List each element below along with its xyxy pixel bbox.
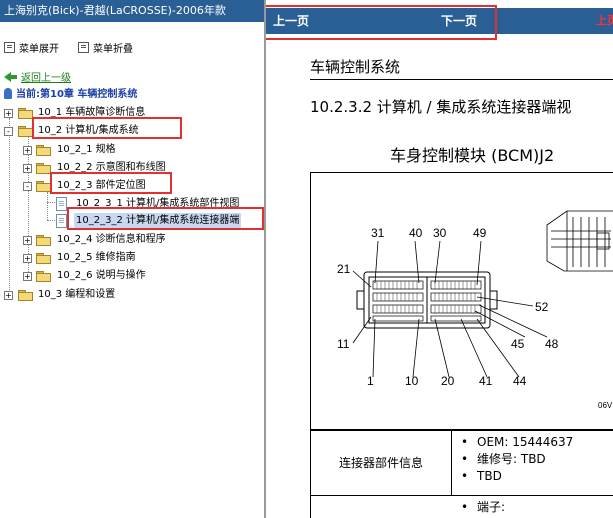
expand-toggle[interactable]: + [23,164,32,173]
tree-item[interactable]: + 10_2_1 规格 [0,142,264,158]
back-arrow-icon [4,72,11,82]
pin-label: 45 [511,337,525,351]
list-item: 维修号: TBD [461,451,573,468]
document-viewer: 上一页 下一页 上页 车辆控制系统 10.2.3.2 计算机 / 集成系统连接器… [266,0,613,518]
connector-diagram: 31 40 30 49 21 52 11 45 48 1 10 20 41 44… [310,172,613,430]
tree-item[interactable]: - 10_2 计算机/集成系统 [0,123,264,139]
pin-label: 11 [337,337,350,351]
tree-item[interactable]: + 10_3 编程和设置 [0,287,264,303]
collapse-toggle[interactable]: - [4,127,13,136]
pin-label: 30 [433,226,447,240]
page-navigation-bar: 上一页 下一页 上页 [266,8,613,34]
pin-label: 49 [473,226,487,240]
collapse-toggle[interactable]: - [23,182,32,191]
list-item: TBD [461,468,573,485]
pin-label: 20 [441,374,455,388]
list-item: OEM: 15444637 [461,434,573,451]
pin-label: 52 [535,300,549,314]
pin-label: 1 [367,374,374,388]
figure-title: 车身控制模块 (BCM)J2 [390,146,555,165]
current-chapter: 当前:第10章 车辆控制系统 [4,88,137,102]
folder-icon [18,108,33,119]
pin-label: 44 [513,374,527,388]
back-link-text[interactable]: 返回上一级 [21,73,71,84]
info-value-cell: OEM: 15444637 维修号: TBD TBD [451,431,613,496]
prev-page-button[interactable]: 上一页 [273,8,309,34]
navigation-panel: 上海别克(Bick)-君越(LaCROSSE)-2006年款 菜单展开 菜单折叠… [0,0,264,518]
document-icon [56,197,67,211]
connector-end-view-diagram: 31 40 30 49 21 52 11 45 48 1 10 20 41 44… [337,210,613,410]
tree-item[interactable]: + 10_2_5 维修指南 [0,250,264,266]
folder-open-icon [18,126,33,137]
info-list: 端子: [461,499,505,516]
expand-toggle[interactable]: + [23,272,32,281]
section-title: 车辆控制系统 [310,58,401,76]
tree-item[interactable]: 10_2_3_1 计算机/集成系统部件视图 [0,196,264,212]
tree-item[interactable]: + 10_2_2 示意图和布线图 [0,160,264,176]
tree-item[interactable]: + 10_1 车辆故障诊断信息 [0,105,264,121]
tree-item-selected[interactable]: 10_2_3_2 计算机/集成系统连接器端 [0,213,264,229]
connector-perspective-view [546,210,613,272]
folder-icon [36,253,51,264]
location-pin-icon [4,88,12,99]
info-value-cell: 端子: [451,495,613,518]
folder-icon [36,235,51,246]
info-list: OEM: 15444637 维修号: TBD TBD [461,434,573,485]
title-rule [310,79,613,80]
menu-collapse-icon [78,42,89,53]
pin-label: 41 [479,374,493,388]
folder-icon [36,163,51,174]
vehicle-title-bar: 上海别克(Bick)-君越(LaCROSSE)-2006年款 [0,0,264,22]
pin-label: 10 [405,374,419,388]
expand-toggle[interactable]: + [4,291,13,300]
info-label-cell: 连接器部件信息 [311,431,452,496]
folder-icon [36,271,51,282]
subsection-title: 10.2.3.2 计算机 / 集成系统连接器端视 [310,98,572,116]
document-icon [56,214,67,228]
menu-expand-icon [4,42,15,53]
pin-label: 31 [371,226,385,240]
tree-item[interactable]: + 10_2_4 诊断信息和程序 [0,232,264,248]
expand-toggle[interactable]: + [23,254,32,263]
expand-toggle[interactable]: + [23,236,32,245]
pin-label: 40 [409,226,423,240]
next-page-button[interactable]: 下一页 [441,8,477,34]
folder-open-icon [36,181,51,192]
tree-item[interactable]: + 10_2_6 说明与操作 [0,268,264,284]
folder-icon [18,290,33,301]
tree-item[interactable]: - 10_2_3 部件定位图 [0,178,264,194]
connector-info-table: 连接器部件信息 OEM: 15444637 维修号: TBD TBD 端子: [310,430,613,518]
folder-icon [36,145,51,156]
back-link[interactable]: 返回上一级 [4,72,71,86]
pin-label: 21 [337,262,351,276]
pin-leader-lines [352,240,548,378]
pin-label: 48 [545,337,559,351]
expand-menu-button[interactable]: 菜单展开 [4,40,59,55]
expand-toggle[interactable]: + [23,146,32,155]
collapse-menu-button[interactable]: 菜单折叠 [78,40,133,55]
figure-code: 06V [598,401,613,410]
list-item: 端子: [461,499,505,516]
prev-page-edge-button[interactable]: 上页 [596,8,613,34]
expand-toggle[interactable]: + [4,109,13,118]
